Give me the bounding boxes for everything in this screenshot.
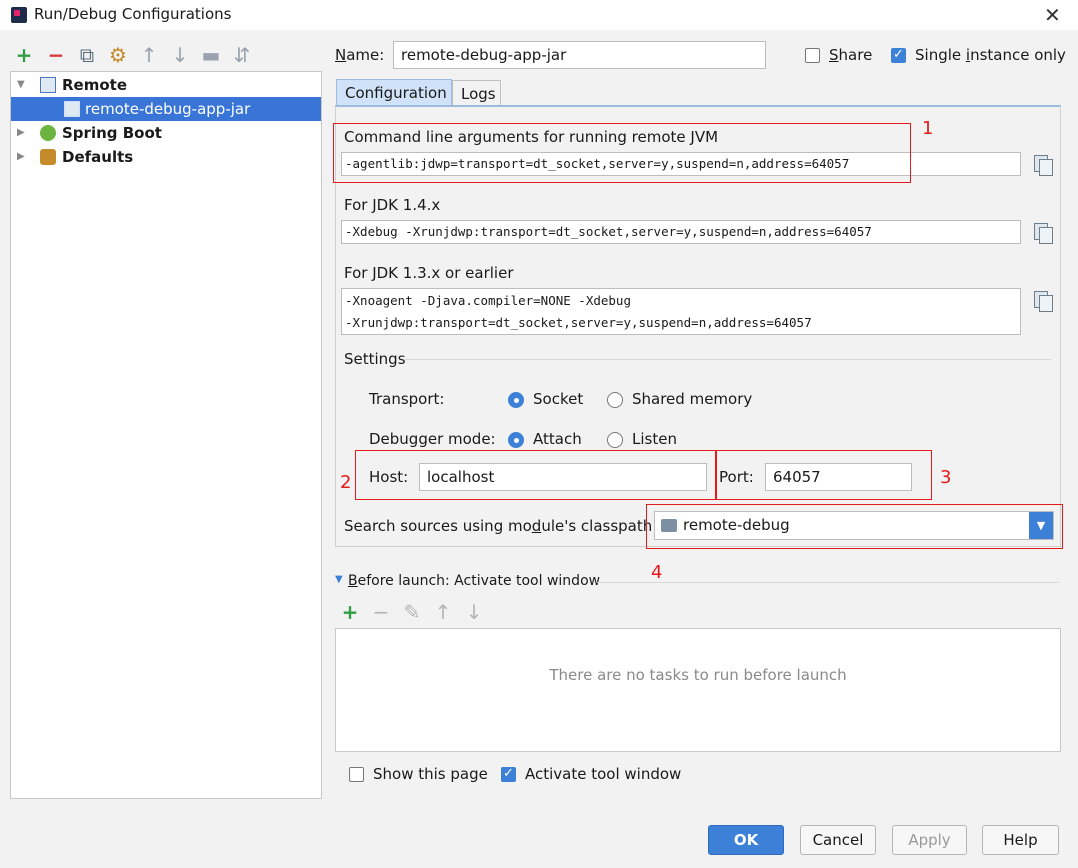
annotation-number-3: 3: [940, 467, 952, 488]
mode-attach-label: Attach: [533, 430, 582, 448]
sort-icon[interactable]: ⇵: [232, 44, 252, 66]
annotation-number-1: 1: [922, 118, 934, 139]
remote-config-icon: [64, 101, 80, 117]
add-task-button[interactable]: +: [340, 601, 360, 623]
expand-arrow-icon[interactable]: ▶: [17, 121, 27, 145]
window-title: Run/Debug Configurations: [34, 5, 232, 23]
defaults-icon: [40, 149, 56, 165]
tab-logs[interactable]: Logs: [452, 80, 501, 107]
edit-task-icon[interactable]: ✎: [402, 601, 422, 623]
copy-configuration-icon[interactable]: ⧉: [77, 44, 97, 66]
single-instance-checkbox[interactable]: [891, 47, 906, 63]
configuration-tree[interactable]: ▼ Remote remote-debug-app-jar ▶ Spring B…: [10, 71, 322, 799]
settings-label: Settings: [344, 350, 406, 368]
transport-socket-label: Socket: [533, 390, 584, 408]
expand-arrow-icon[interactable]: ▶: [17, 145, 27, 169]
move-up-icon[interactable]: ↑: [139, 44, 159, 66]
tab-configuration[interactable]: Configuration: [336, 79, 452, 106]
copy-icon[interactable]: [1032, 289, 1053, 312]
intellij-app-icon: [11, 7, 27, 23]
jdk13-args-field[interactable]: -Xnoagent -Djava.compiler=NONE -Xdebug -…: [341, 288, 1021, 335]
add-configuration-button[interactable]: +: [14, 44, 34, 66]
tree-item-spring-boot[interactable]: ▶ Spring Boot: [11, 121, 321, 145]
apply-button[interactable]: Apply: [892, 825, 967, 855]
single-instance-label: Single instance only: [915, 46, 1066, 64]
transport-socket-radio[interactable]: [508, 392, 524, 408]
name-input[interactable]: remote-debug-app-jar: [393, 41, 766, 69]
show-this-page-label: Show this page: [373, 765, 488, 783]
mode-listen-radio[interactable]: [607, 432, 623, 448]
activate-tool-window-label: Activate tool window: [525, 765, 682, 783]
annotation-box-2: [355, 450, 716, 500]
debugger-mode-label: Debugger mode:: [369, 430, 496, 448]
annotation-number-2: 2: [340, 472, 352, 493]
copy-icon[interactable]: [1032, 153, 1053, 176]
move-down-icon[interactable]: ↓: [170, 44, 190, 66]
share-label: Share: [829, 46, 873, 64]
transport-label: Transport:: [369, 390, 445, 408]
tree-item-defaults[interactable]: ▶ Defaults: [11, 145, 321, 169]
before-launch-task-list[interactable]: There are no tasks to run before launch: [335, 628, 1061, 752]
tree-item-label: Spring Boot: [62, 124, 162, 142]
tree-item-label: Remote: [62, 76, 128, 94]
before-launch-label[interactable]: Before launch: Activate tool window: [348, 573, 600, 589]
copy-icon[interactable]: [1032, 221, 1053, 244]
tree-item-remote-debug-app-jar[interactable]: remote-debug-app-jar: [11, 97, 321, 121]
move-task-down-icon[interactable]: ↓: [464, 601, 484, 623]
name-label: Name:: [335, 46, 385, 64]
folder-icon[interactable]: ▬: [201, 44, 221, 66]
spring-boot-icon: [40, 125, 56, 141]
share-checkbox[interactable]: [805, 48, 820, 63]
settings-separator: [405, 359, 1051, 360]
remove-configuration-button[interactable]: −: [46, 44, 66, 66]
help-button[interactable]: Help: [982, 825, 1059, 855]
jdk13-args-line-2: -Xrunjdwp:transport=dt_socket,server=y,s…: [345, 315, 812, 330]
tree-item-label: Defaults: [62, 148, 134, 166]
remote-icon: [40, 77, 56, 93]
annotation-box-4: [646, 504, 1063, 549]
remove-task-button[interactable]: −: [371, 601, 391, 623]
ok-button[interactable]: OK: [708, 825, 784, 855]
activate-tool-window-checkbox[interactable]: [501, 766, 516, 782]
cancel-button[interactable]: Cancel: [800, 825, 876, 855]
annotation-box-1: [333, 123, 911, 183]
tree-item-remote[interactable]: ▼ Remote: [11, 73, 321, 97]
jdk13-label: For JDK 1.3.x or earlier: [344, 264, 514, 282]
collapse-arrow-icon[interactable]: ▼: [335, 574, 343, 585]
title-bar: Run/Debug Configurations ✕: [0, 0, 1078, 30]
annotation-box-3: [716, 450, 932, 500]
mode-listen-label: Listen: [632, 430, 677, 448]
transport-shared-memory-label: Shared memory: [632, 390, 753, 408]
close-icon[interactable]: ✕: [1044, 3, 1061, 27]
annotation-number-4: 4: [651, 562, 663, 583]
move-task-up-icon[interactable]: ↑: [433, 601, 453, 623]
empty-tasks-text: There are no tasks to run before launch: [549, 666, 847, 684]
mode-attach-radio[interactable]: [508, 432, 524, 448]
show-this-page-checkbox[interactable]: [349, 767, 364, 782]
tree-item-label: remote-debug-app-jar: [85, 100, 251, 118]
jdk13-args-line-1: -Xnoagent -Djava.compiler=NONE -Xdebug: [345, 293, 631, 308]
classpath-label: Search sources using module's classpath:: [344, 517, 658, 535]
transport-shared-memory-radio[interactable]: [607, 392, 623, 408]
before-launch-separator: [597, 582, 1059, 583]
jdk14-label: For JDK 1.4.x: [344, 196, 441, 214]
jdk14-args-field[interactable]: -Xdebug -Xrunjdwp:transport=dt_socket,se…: [341, 220, 1021, 244]
edit-defaults-icon[interactable]: ⚙: [108, 44, 128, 66]
expand-arrow-icon[interactable]: ▼: [17, 73, 27, 97]
